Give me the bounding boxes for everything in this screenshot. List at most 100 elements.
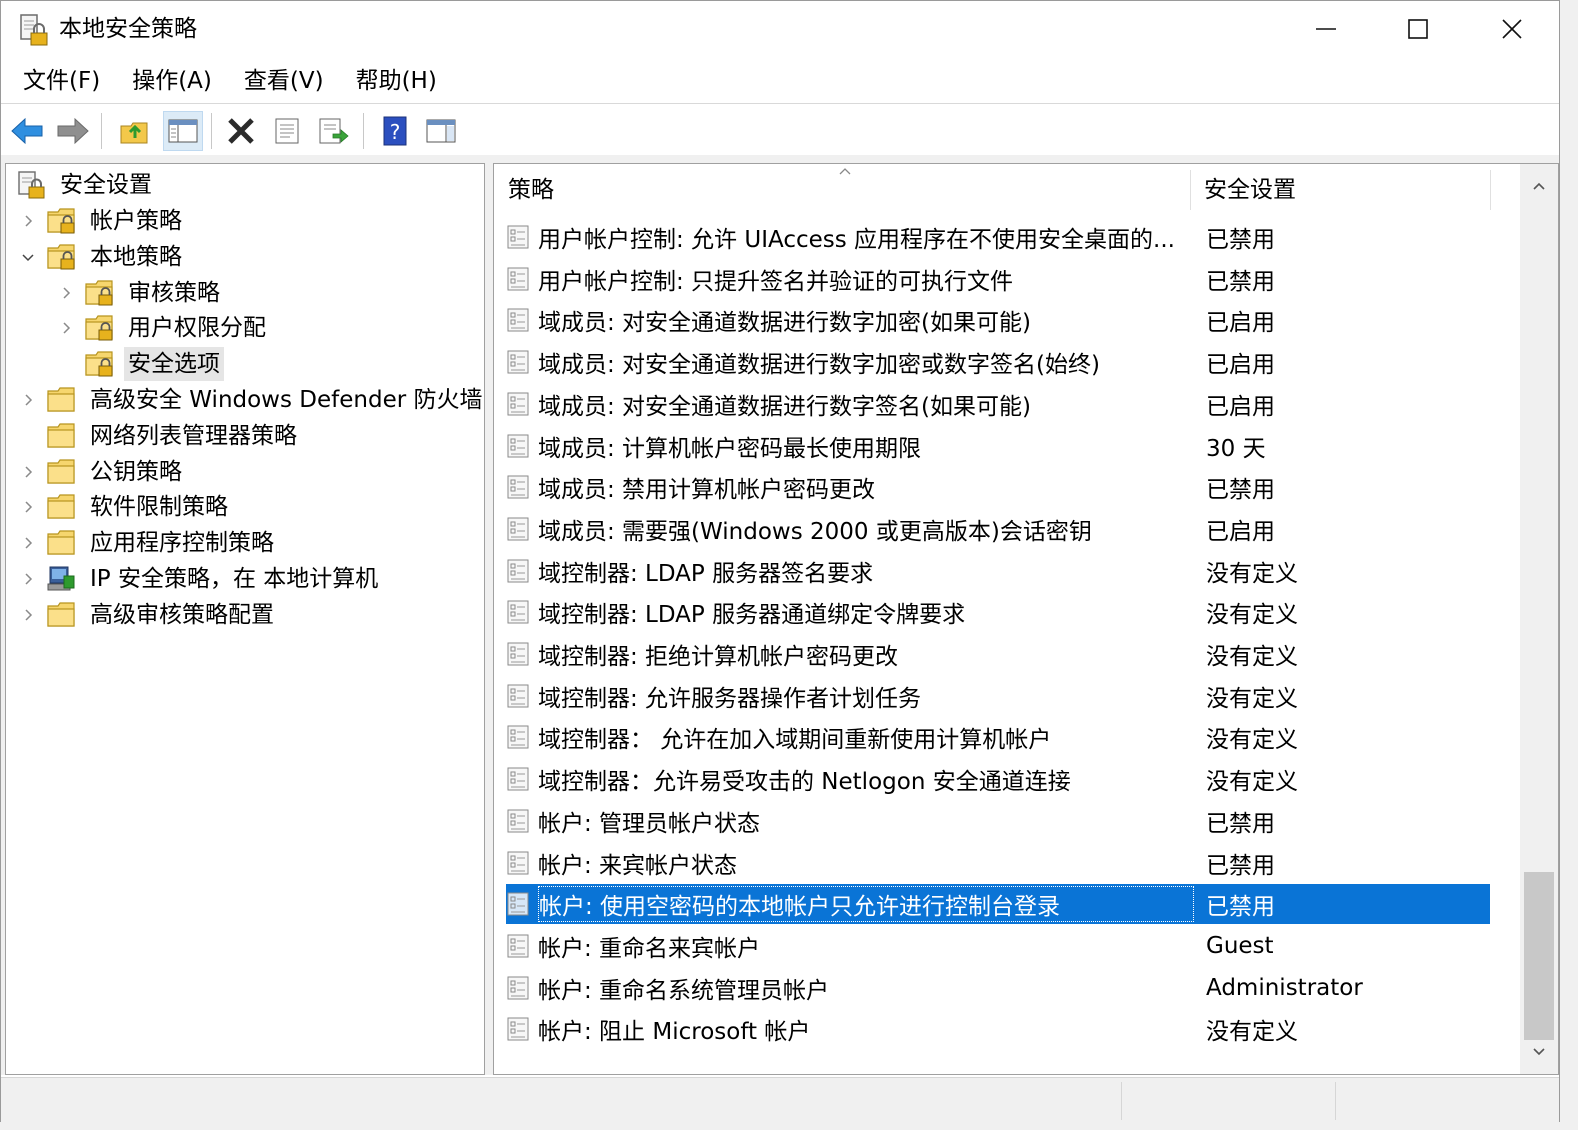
tree-item[interactable]: 应用程序控制策略 <box>20 526 278 560</box>
tree-item[interactable]: 安全选项 <box>58 347 224 382</box>
maximize-icon <box>1408 19 1428 39</box>
folder-icon <box>47 494 75 519</box>
table-row[interactable]: 帐户: 来宾帐户状态 已禁用 <box>506 843 1490 883</box>
tree-root-security-settings[interactable]: 安全设置 <box>16 168 156 202</box>
tree-item[interactable]: 软件限制策略 <box>20 490 232 524</box>
chevron-right-icon[interactable] <box>20 464 36 480</box>
security-setting-cell: 已启用 <box>1206 352 1275 379</box>
maximize-button[interactable] <box>1373 1 1463 57</box>
policy-name-cell: 域成员: 计算机帐户密码最长使用期限 <box>538 435 922 462</box>
security-setting-cell: 已禁用 <box>1206 268 1275 295</box>
show-hide-console-tree-button[interactable] <box>163 111 203 151</box>
policy-list-view: 策略 安全设置 用户帐户控制: 允许 UIAccess 应用程序在不使用安全桌面… <box>493 163 1559 1075</box>
policy-name-cell: 帐户: 阻止 Microsoft 帐户 <box>538 1019 811 1046</box>
columns-button[interactable] <box>421 111 461 151</box>
properties-button[interactable] <box>267 111 307 151</box>
table-row[interactable]: 帐户: 重命名系统管理员帐户 Administrator <box>506 968 1490 1008</box>
tree-item[interactable]: 本地策略 <box>20 240 186 274</box>
policy-name-cell: 域成员: 禁用计算机帐户密码更改 <box>538 477 876 504</box>
policy-name-cell: 用户帐户控制: 允许 UIAccess 应用程序在不使用安全桌面的... <box>538 227 1175 253</box>
table-row[interactable]: 域成员: 计算机帐户密码最长使用期限 30 天 <box>506 426 1490 466</box>
security-setting-cell: 没有定义 <box>1206 644 1298 670</box>
security-setting-cell: 已启用 <box>1206 393 1275 420</box>
security-setting-cell: 30 天 <box>1206 435 1266 462</box>
chevron-right-icon[interactable] <box>20 571 36 587</box>
menu-view[interactable]: 查看(V) <box>232 59 336 103</box>
column-divider[interactable] <box>1490 170 1491 210</box>
tree-item[interactable]: 审核策略 <box>58 276 224 310</box>
table-row[interactable]: 域成员: 需要强(Windows 2000 或更高版本)会话密钥 已启用 <box>506 509 1490 549</box>
menu-file[interactable]: 文件(F) <box>11 59 112 103</box>
chevron-down-icon[interactable] <box>20 249 36 265</box>
menu-help[interactable]: 帮助(H) <box>344 59 449 103</box>
policy-name-cell: 帐户: 使用空密码的本地帐户只允许进行控制台登录 <box>538 886 1194 923</box>
policy-setting-icon <box>507 767 529 791</box>
tree-item[interactable]: IP 安全策略，在 本地计算机 <box>20 562 382 596</box>
up-one-level-button[interactable] <box>115 111 155 151</box>
chevron-right-icon[interactable] <box>20 607 36 623</box>
ip-security-icon <box>47 566 75 591</box>
table-row[interactable]: 帐户: 使用空密码的本地帐户只允许进行控制台登录 已禁用 <box>506 884 1490 925</box>
scroll-up-button[interactable] <box>1520 168 1558 204</box>
table-row[interactable]: 域成员: 对安全通道数据进行数字签名(如果可能) 已启用 <box>506 384 1490 424</box>
export-list-button[interactable] <box>313 111 353 151</box>
policy-name-cell: 域控制器: 拒绝计算机帐户密码更改 <box>538 644 899 670</box>
table-row[interactable]: 域控制器： 允许在加入域期间重新使用计算机帐户 没有定义 <box>506 717 1490 757</box>
status-divider <box>1121 1082 1123 1120</box>
policy-setting-icon <box>507 684 529 708</box>
vertical-scrollbar[interactable] <box>1520 164 1558 1074</box>
table-row[interactable]: 帐户: 阻止 Microsoft 帐户 没有定义 <box>506 1009 1490 1049</box>
chevron-right-icon[interactable] <box>20 213 36 229</box>
tree-item[interactable]: 高级安全 Windows Defender 防火墙 <box>20 383 484 417</box>
chevron-right-icon[interactable] <box>20 392 36 408</box>
close-button[interactable] <box>1467 1 1557 57</box>
column-divider[interactable] <box>1190 170 1191 210</box>
table-row[interactable]: 域成员: 对安全通道数据进行数字加密(如果可能) 已启用 <box>506 300 1490 340</box>
table-row[interactable]: 用户帐户控制: 允许 UIAccess 应用程序在不使用安全桌面的... 已禁用 <box>506 217 1490 257</box>
table-row[interactable]: 帐户: 重命名来宾帐户 Guest <box>506 926 1490 966</box>
table-row[interactable]: 域控制器: 允许服务器操作者计划任务 没有定义 <box>506 676 1490 716</box>
security-setting-cell: Guest <box>1206 932 1274 959</box>
svg-text:?: ? <box>390 120 401 144</box>
tree-item[interactable]: 高级审核策略配置 <box>20 598 278 632</box>
minimize-button[interactable] <box>1281 1 1371 57</box>
table-row[interactable]: 域控制器：允许易受攻击的 Netlogon 安全通道连接 没有定义 <box>506 759 1490 799</box>
show-hide-tree-icon <box>168 119 198 143</box>
policy-setting-icon <box>507 976 529 1000</box>
forward-button[interactable] <box>53 111 93 151</box>
table-row[interactable]: 域成员: 对安全通道数据进行数字加密或数字签名(始终) 已启用 <box>506 342 1490 382</box>
scrollbar-thumb[interactable] <box>1524 872 1554 1040</box>
delete-icon <box>228 118 254 144</box>
table-row[interactable]: 用户帐户控制: 只提升签名并验证的可执行文件 已禁用 <box>506 259 1490 299</box>
column-header-setting[interactable]: 安全设置 <box>1204 164 1484 216</box>
menu-action[interactable]: 操作(A) <box>120 59 224 103</box>
help-button[interactable]: ? <box>375 111 415 151</box>
tree-item[interactable]: 用户权限分配 <box>58 311 270 345</box>
security-setting-cell: 已禁用 <box>1206 227 1275 253</box>
scroll-down-button[interactable] <box>1520 1034 1558 1070</box>
tree-item[interactable]: 公钥策略 <box>20 455 186 489</box>
toolbar-separator <box>363 113 364 149</box>
delete-button[interactable] <box>221 111 261 151</box>
security-setting-cell: 已禁用 <box>1206 477 1275 504</box>
table-row[interactable]: 域控制器: LDAP 服务器通道绑定令牌要求 没有定义 <box>506 592 1490 632</box>
back-button[interactable] <box>7 111 47 151</box>
locked-folder-icon <box>85 315 113 341</box>
policy-setting-icon <box>507 517 529 541</box>
tree-item-label: 应用程序控制策略 <box>90 530 274 557</box>
tree-item[interactable]: 网络列表管理器策略 <box>20 419 301 453</box>
table-row[interactable]: 域成员: 禁用计算机帐户密码更改 已禁用 <box>506 467 1490 507</box>
chevron-right-icon[interactable] <box>20 499 36 515</box>
table-row[interactable]: 域控制器: 拒绝计算机帐户密码更改 没有定义 <box>506 634 1490 674</box>
table-row[interactable]: 帐户: 管理员帐户状态 已禁用 <box>506 801 1490 841</box>
chevron-right-icon[interactable] <box>58 285 74 301</box>
tree-item[interactable]: 帐户策略 <box>20 204 186 238</box>
chevron-right-icon[interactable] <box>20 535 36 551</box>
security-setting-cell: 没有定义 <box>1206 769 1298 796</box>
table-row[interactable]: 域控制器: LDAP 服务器签名要求 没有定义 <box>506 551 1490 591</box>
status-bar <box>1 1077 1559 1122</box>
policy-setting-icon <box>507 642 529 666</box>
chevron-right-icon[interactable] <box>58 320 74 336</box>
up-folder-icon <box>120 122 148 144</box>
